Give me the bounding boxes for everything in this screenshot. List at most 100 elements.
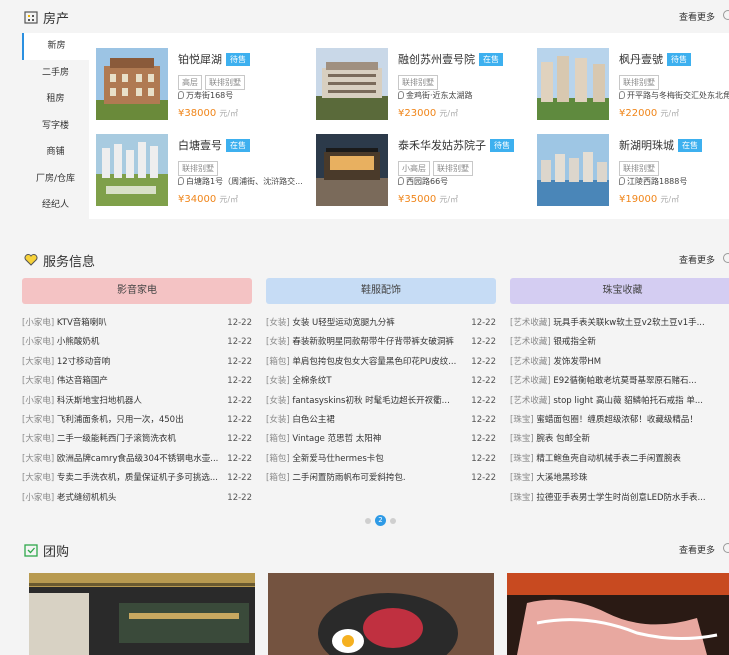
chevron-right-icon[interactable] <box>723 543 729 553</box>
property-name[interactable]: 白塘壹号 <box>178 139 222 152</box>
list-item[interactable]: [女装] fantasyskins初秋 时髦毛边超长开衩衢... 12-22 <box>266 391 496 411</box>
list-item[interactable]: [大家电] 伟达音箱国产 12-22 <box>22 372 252 392</box>
service-column-header[interactable]: 珠宝收藏 <box>510 278 729 304</box>
property-photo[interactable] <box>537 134 609 206</box>
groupbuy-more-link[interactable]: 查看更多 <box>679 543 715 556</box>
chevron-right-icon[interactable] <box>723 253 729 263</box>
list-item[interactable]: [珠宝] 精工鲍鱼壳自动机械手表二手闲置腕表 <box>510 450 729 469</box>
item-title[interactable]: E92循衡帕敢老坑莫哥基翠原石赌石... <box>553 376 696 386</box>
property-card[interactable]: 泰禾华发姑苏院子 待售 小高层 联排别墅 西园路66号 ¥35000 元/㎡ <box>316 134 531 209</box>
property-photo[interactable] <box>96 134 168 206</box>
tab-shop[interactable]: 商铺 <box>22 139 89 166</box>
list-item[interactable]: [艺术收藏] 玩具手表关联kw软土豆v2软土豆v1手... <box>510 314 729 333</box>
list-item[interactable]: [箱包] 全新爱马仕hermes卡包 12-22 <box>266 449 496 470</box>
list-item[interactable]: [小家电] 科沃斯地宝扫地机器人 12-22 <box>22 391 252 411</box>
list-item[interactable]: [珠宝] 腕表 包邮全新 <box>510 430 729 449</box>
list-item[interactable]: [箱包] 二手闲置防雨帆布可爱斜挎包. 12-22 <box>266 469 496 489</box>
item-title[interactable]: 欧洲品牌camry食品级304不锈钢电水壶... <box>57 454 219 464</box>
list-item[interactable]: [大家电] 飞利浦面条机，只用一次，450出 12-22 <box>22 410 252 431</box>
property-more-link[interactable]: 查看更多 <box>679 10 715 23</box>
service-column-header[interactable]: 鞋服配饰 <box>266 278 496 304</box>
tab-rent[interactable]: 租房 <box>22 86 89 113</box>
property-photo[interactable] <box>96 48 168 120</box>
pagination-dot-active[interactable]: 2 <box>375 515 386 526</box>
list-item[interactable]: [大家电] 12寸移动音响 12-22 <box>22 352 252 373</box>
list-item[interactable]: [大家电] 欧洲品牌camry食品级304不锈钢电水壶... 12-22 <box>22 449 252 470</box>
item-title[interactable]: 二手一级能耗西门子滚筒洗衣机 <box>57 434 176 444</box>
item-title[interactable]: fantasyskins初秋 时髦毛边超长开衩衢... <box>292 396 449 406</box>
property-name[interactable]: 铂悦犀湖 <box>178 53 222 66</box>
groupbuy-photo[interactable] <box>268 573 494 655</box>
list-item[interactable]: [箱包] 单肩包挎包皮包女大容量黑色印花PU皮纹... 12-22 <box>266 352 496 373</box>
list-item[interactable]: [小家电] KTV音箱喇叭 12-22 <box>22 314 252 334</box>
item-title[interactable]: 12寸移动音响 <box>57 357 110 367</box>
item-title[interactable]: 科沃斯地宝扫地机器人 <box>57 396 142 406</box>
property-name[interactable]: 融创苏州壹号院 <box>398 53 475 66</box>
list-item[interactable]: [珠宝] 拉德亚手表男士学生时尚创意LED防水手表... <box>510 489 729 508</box>
property-card[interactable]: 新湖明珠城 在售 联排别墅 江陵西路1888号 ¥19000 元/㎡ <box>537 134 729 209</box>
list-item[interactable]: [大家电] 专卖二手洗衣机，质量保证机子多可挑选... 12-22 <box>22 469 252 489</box>
item-title[interactable]: 老式缝纫机机头 <box>57 493 117 503</box>
service-column-header[interactable]: 影音家电 <box>22 278 252 304</box>
item-category: [小家电] <box>22 318 55 328</box>
service-more-link[interactable]: 查看更多 <box>679 253 715 266</box>
item-title[interactable]: 全棉条纹T <box>292 376 331 386</box>
item-title[interactable]: 拉德亚手表男士学生时尚创意LED防水手表... <box>536 493 705 503</box>
item-title[interactable]: 飞利浦面条机，只用一次，450出 <box>57 415 184 425</box>
list-item[interactable]: [艺术收藏] 银戒指全新 <box>510 333 729 352</box>
property-name[interactable]: 泰禾华发姑苏院子 <box>398 139 486 152</box>
tab-new-house[interactable]: 新房 <box>22 33 89 60</box>
groupbuy-photo[interactable] <box>507 573 729 655</box>
item-title[interactable]: 二手闲置防雨帆布可爱斜挎包. <box>292 473 405 483</box>
item-title[interactable]: 蜜蜡面包圈！缠质超级浓郁！收藏级精品！ <box>536 415 698 425</box>
property-photo[interactable] <box>316 134 388 206</box>
item-title[interactable]: 春装新款明星同款帮带牛仔背带裤女破洞裤 <box>292 337 454 347</box>
item-title[interactable]: 大溪地黑珍珠 <box>536 473 587 483</box>
item-title[interactable]: Vintage 范思哲 太阳神 <box>292 434 381 444</box>
item-title[interactable]: 全新爱马仕hermes卡包 <box>292 454 383 464</box>
tab-office[interactable]: 写字楼 <box>22 113 89 140</box>
list-item[interactable]: [女装] 白色公主裙 12-22 <box>266 410 496 431</box>
property-card[interactable]: 白塘壹号 在售 联排别墅 白塘路1号（周浦街、沈浒路交... ¥34000 元/㎡ <box>96 134 311 209</box>
tab-agent[interactable]: 经纪人 <box>22 192 89 219</box>
item-title[interactable]: 发饰发带HM <box>553 357 601 367</box>
item-title[interactable]: 腕表 包邮全新 <box>536 434 590 444</box>
property-name[interactable]: 枫丹壹號 <box>619 53 663 66</box>
list-item[interactable]: [小家电] 老式缝纫机机头 12-22 <box>22 488 252 508</box>
item-title[interactable]: KTV音箱喇叭 <box>57 318 107 328</box>
item-title[interactable]: 精工鲍鱼壳自动机械手表二手闲置腕表 <box>536 454 681 464</box>
list-item[interactable]: [箱包] Vintage 范思哲 太阳神 12-22 <box>266 430 496 450</box>
list-item[interactable]: [女装] 春装新款明星同款帮带牛仔背带裤女破洞裤 12-22 <box>266 333 496 353</box>
list-item[interactable]: [大家电] 二手一级能耗西门子滚筒洗衣机 12-22 <box>22 430 252 450</box>
item-title[interactable]: 伟达音箱国产 <box>57 376 108 386</box>
item-title[interactable]: 白色公主裙 <box>292 415 335 425</box>
list-item[interactable]: [珠宝] 大溪地黑珍珠 <box>510 469 729 488</box>
groupbuy-photo[interactable] <box>29 573 255 655</box>
pagination-dot[interactable] <box>390 517 396 524</box>
item-title[interactable]: 玩具手表关联kw软土豆v2软土豆v1手... <box>553 318 704 328</box>
property-card[interactable]: 融创苏州壹号院 在售 联排别墅 金鸡街·近东太湖路 ¥23000 元/㎡ <box>316 48 531 123</box>
item-title[interactable]: 专卖二手洗衣机，质量保证机子多可挑选... <box>57 473 218 483</box>
property-name[interactable]: 新湖明珠城 <box>619 139 674 152</box>
item-title[interactable]: 单肩包挎包皮包女大容量黑色印花PU皮纹... <box>292 357 456 367</box>
property-photo[interactable] <box>537 48 609 120</box>
property-photo[interactable] <box>316 48 388 120</box>
chevron-right-icon[interactable] <box>723 10 729 20</box>
tab-second-hand[interactable]: 二手房 <box>22 60 89 87</box>
item-title[interactable]: 银戒指全新 <box>553 337 596 347</box>
list-item[interactable]: [艺术收藏] E92循衡帕敢老坑莫哥基翠原石赌石... <box>510 372 729 391</box>
status-badge: 待售 <box>490 139 514 152</box>
item-title[interactable]: stop light 高山薇 貂鳞帕托石戒指 单... <box>553 396 703 406</box>
list-item[interactable]: [艺术收藏] stop light 高山薇 貂鳞帕托石戒指 单... <box>510 392 729 411</box>
list-item[interactable]: [艺术收藏] 发饰发带HM <box>510 353 729 372</box>
list-item[interactable]: [珠宝] 蜜蜡面包圈！缠质超级浓郁！收藏级精品！ <box>510 411 729 430</box>
property-card[interactable]: 枫丹壹號 待售 联排别墅 开平路与冬梅街交汇处东北角 ¥22000 元/㎡ <box>537 48 729 123</box>
list-item[interactable]: [女装] 女装 U轻型运动宽腿九分裤 12-22 <box>266 314 496 334</box>
list-item[interactable]: [小家电] 小熊酸奶机 12-22 <box>22 333 252 353</box>
list-item[interactable]: [女装] 全棉条纹T 12-22 <box>266 372 496 392</box>
item-title[interactable]: 女装 U轻型运动宽腿九分裤 <box>292 318 394 328</box>
tab-factory[interactable]: 厂房/仓库 <box>22 166 89 193</box>
property-card[interactable]: 铂悦犀湖 待售 高层 联排别墅 万寿街168号 ¥38000 元/㎡ <box>96 48 311 123</box>
pagination-dot[interactable] <box>365 517 371 524</box>
item-title[interactable]: 小熊酸奶机 <box>57 337 100 347</box>
